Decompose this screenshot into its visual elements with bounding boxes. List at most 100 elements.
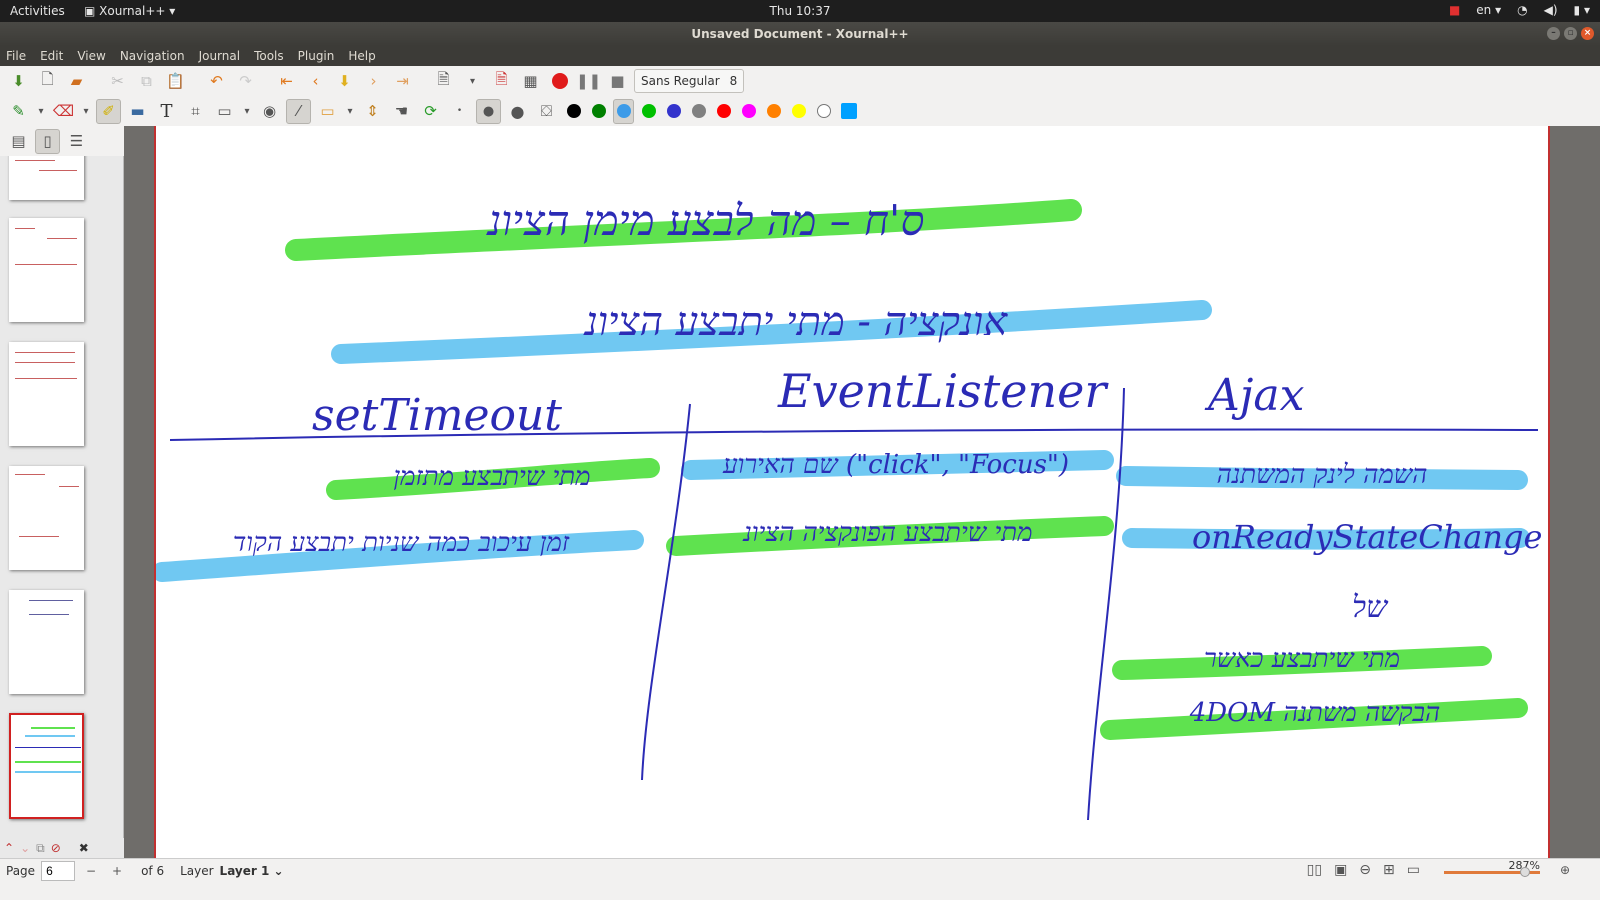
- undo-icon[interactable]: ↶: [204, 69, 229, 94]
- color-swatch[interactable]: [638, 99, 659, 124]
- zoom-in-icon[interactable]: ⊕: [1560, 863, 1570, 877]
- activities-button[interactable]: Activities: [10, 4, 65, 18]
- menu-tools[interactable]: Tools: [254, 49, 284, 63]
- page-list-icon[interactable]: ▤: [6, 129, 31, 154]
- copy-icon[interactable]: ⧉: [134, 69, 159, 94]
- color-swatch[interactable]: [813, 99, 834, 124]
- color-swatch[interactable]: [763, 99, 784, 124]
- battery-icon[interactable]: ▮ ▾: [1574, 3, 1590, 17]
- insert-page-dropdown-icon[interactable]: ▾: [460, 69, 485, 94]
- presentation-icon[interactable]: ▦: [518, 69, 543, 94]
- menu-edit[interactable]: Edit: [40, 49, 63, 63]
- redo-icon[interactable]: ↷: [233, 69, 258, 94]
- delete-page-icon[interactable]: 🗎: [489, 69, 514, 94]
- page-thumbnail[interactable]: [9, 218, 84, 322]
- highlighter-icon[interactable]: ✐: [96, 98, 121, 124]
- color-swatch[interactable]: [688, 99, 709, 124]
- ruler-icon[interactable]: ⁄: [286, 98, 311, 124]
- page-increment-button[interactable]: +: [107, 864, 127, 878]
- text-tool-icon[interactable]: T: [154, 99, 179, 124]
- menu-navigation[interactable]: Navigation: [120, 49, 185, 63]
- next-page-icon[interactable]: ›: [361, 69, 386, 94]
- ajax-row-1: השמה לינק המשתנה: [1216, 460, 1428, 490]
- thick-line-icon[interactable]: ●: [505, 99, 530, 124]
- status-bar: Page − + of 6 Layer Layer 1 ⌄ ▯▯ ▣ ⊖ ⊞ ▭…: [0, 858, 1600, 882]
- zoom-width-icon[interactable]: ▭: [1407, 862, 1420, 878]
- page-thumbnail[interactable]: [9, 156, 84, 200]
- menu-file[interactable]: File: [6, 49, 26, 63]
- fill-icon[interactable]: ⛋: [534, 99, 559, 124]
- fullscreen-icon[interactable]: ▣: [1334, 862, 1347, 878]
- image-icon[interactable]: ▬: [125, 99, 150, 124]
- select-dropdown-icon[interactable]: ▾: [344, 99, 356, 124]
- page-thumbnail[interactable]: [9, 590, 84, 694]
- language-indicator[interactable]: en ▾: [1476, 3, 1501, 17]
- zoom-slider-handle[interactable]: [1520, 867, 1530, 877]
- pen-dropdown-icon[interactable]: ▾: [35, 99, 47, 124]
- volume-icon[interactable]: ◀): [1544, 3, 1558, 17]
- shape-recognizer-icon[interactable]: ◉: [257, 99, 282, 124]
- layer-selector[interactable]: Layer 1 ⌄: [220, 864, 284, 878]
- cut-icon[interactable]: ✂: [105, 69, 130, 94]
- pen-icon[interactable]: ✎: [6, 99, 31, 124]
- hand-tool-icon[interactable]: ☚: [389, 99, 414, 124]
- minimize-icon[interactable]: –: [1547, 27, 1560, 40]
- color-swatch[interactable]: [563, 99, 584, 124]
- page-preview-icon[interactable]: ▯: [35, 128, 60, 154]
- color-swatch[interactable]: [713, 99, 734, 124]
- latex-icon[interactable]: ⌗: [183, 99, 208, 124]
- refresh-icon[interactable]: ⟳: [418, 99, 443, 124]
- new-document-icon[interactable]: 🗋: [35, 69, 60, 94]
- menu-help[interactable]: Help: [348, 49, 375, 63]
- app-menu[interactable]: ▣ Xournal++ ▾: [84, 4, 175, 18]
- vertical-space-icon[interactable]: ⇕: [360, 99, 385, 124]
- save-icon[interactable]: ⬇: [6, 69, 31, 94]
- color-swatch[interactable]: [838, 99, 859, 124]
- close-window-icon[interactable]: ×: [1581, 27, 1594, 40]
- font-selector-button[interactable]: Sans Regular 8: [634, 69, 745, 93]
- first-page-icon[interactable]: ⇤: [274, 69, 299, 94]
- pause-audio-icon[interactable]: ❚❚: [576, 69, 601, 94]
- page-decrement-button[interactable]: −: [81, 864, 101, 878]
- open-folder-icon[interactable]: ▰: [64, 69, 89, 94]
- zoom-fit-icon[interactable]: ⊞: [1383, 862, 1395, 878]
- insert-page-icon[interactable]: 🗎: [431, 69, 456, 94]
- menu-view[interactable]: View: [77, 49, 105, 63]
- menu-plugin[interactable]: Plugin: [298, 49, 335, 63]
- page-thumbnail[interactable]: [9, 342, 84, 446]
- eraser-icon[interactable]: ⌫: [51, 99, 76, 124]
- thin-line-icon[interactable]: •: [447, 99, 472, 124]
- layers-icon[interactable]: ☰: [64, 129, 89, 154]
- shape-rectangle-icon[interactable]: ▭: [212, 99, 237, 124]
- color-swatch[interactable]: [613, 98, 634, 124]
- shape-dropdown-icon[interactable]: ▾: [241, 99, 253, 124]
- color-swatch[interactable]: [588, 99, 609, 124]
- color-swatch[interactable]: [738, 99, 759, 124]
- close-sidebar-icon[interactable]: ✖: [79, 841, 89, 855]
- last-page-icon[interactable]: ⇥: [390, 69, 415, 94]
- stop-audio-icon[interactable]: ■: [605, 69, 630, 94]
- record-icon[interactable]: ■: [1449, 3, 1460, 17]
- delete-page-sidebar-icon[interactable]: ⊘: [51, 841, 61, 855]
- eraser-dropdown-icon[interactable]: ▾: [80, 99, 92, 124]
- document-page[interactable]: ס'ח – מה לבצע מימן הציונ אונקציה - מתי י…: [154, 126, 1550, 858]
- move-page-up-icon[interactable]: ⌃: [4, 841, 14, 855]
- page-thumbnail[interactable]: [9, 466, 84, 570]
- zoom-out-icon[interactable]: ⊖: [1359, 862, 1371, 878]
- pair-pages-icon[interactable]: ▯▯: [1307, 862, 1322, 878]
- select-rectangle-icon[interactable]: ▭: [315, 99, 340, 124]
- page-number-input[interactable]: [41, 860, 76, 881]
- color-swatch[interactable]: [663, 99, 684, 124]
- previous-page-icon[interactable]: ‹: [303, 69, 328, 94]
- menu-journal[interactable]: Journal: [199, 49, 241, 63]
- record-audio-icon[interactable]: [547, 69, 572, 94]
- maximize-icon[interactable]: ▫: [1564, 27, 1577, 40]
- paste-icon[interactable]: 📋: [163, 69, 188, 94]
- medium-line-icon[interactable]: ●: [476, 98, 501, 124]
- wifi-icon[interactable]: ◔: [1517, 3, 1527, 17]
- goto-page-icon[interactable]: ⬇: [332, 69, 357, 94]
- page-thumbnail-selected[interactable]: [9, 713, 84, 819]
- copy-page-icon[interactable]: ⧉: [36, 841, 45, 856]
- color-swatch[interactable]: [788, 99, 809, 124]
- move-page-down-icon[interactable]: ⌄: [20, 841, 30, 855]
